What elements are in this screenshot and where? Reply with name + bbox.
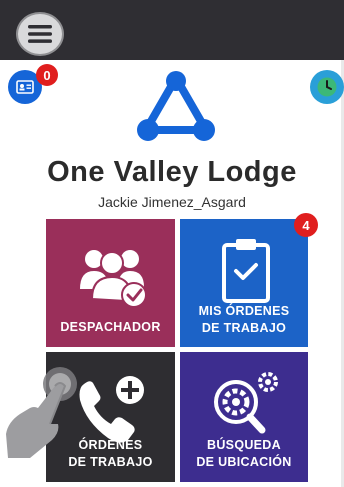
id-card-icon bbox=[16, 80, 34, 94]
clock-icon bbox=[317, 77, 337, 97]
location-search-tile[interactable]: BÚSQUEDA DE UBICACIÓN bbox=[180, 352, 308, 482]
app-screen: 0 One Valley Lodge Jackie Jimenez_Asgard… bbox=[0, 0, 344, 487]
users-check-icon bbox=[80, 250, 147, 308]
clock-button[interactable] bbox=[310, 70, 344, 104]
my-work-orders-label-1: MIS ÓRDENES bbox=[198, 304, 290, 318]
menu-button[interactable] bbox=[16, 12, 64, 56]
gear-search-icon bbox=[214, 372, 278, 434]
triangle-logo-icon bbox=[137, 71, 215, 141]
dispatcher-tile[interactable]: DESPACHADOR bbox=[46, 219, 175, 347]
hamburger-menu-icon bbox=[28, 25, 52, 43]
tap-hand-icon bbox=[6, 367, 77, 458]
dispatcher-label: DESPACHADOR bbox=[60, 320, 161, 334]
notification-count-badge: 0 bbox=[36, 64, 58, 86]
location-search-label-1: BÚSQUEDA bbox=[207, 438, 281, 452]
company-title: One Valley Lodge bbox=[47, 156, 297, 188]
location-search-label-2: DE UBICACIÓN bbox=[196, 455, 292, 469]
phone-plus-icon bbox=[79, 376, 144, 443]
clipboard-check-icon bbox=[222, 239, 270, 303]
my-work-orders-label-2: DE TRABAJO bbox=[201, 321, 287, 335]
my-work-orders-tile[interactable]: MIS ÓRDENES DE TRABAJO bbox=[180, 219, 308, 347]
user-name: Jackie Jimenez_Asgard bbox=[98, 194, 246, 210]
my-orders-count-badge: 4 bbox=[294, 213, 318, 237]
top-bar bbox=[0, 0, 344, 60]
